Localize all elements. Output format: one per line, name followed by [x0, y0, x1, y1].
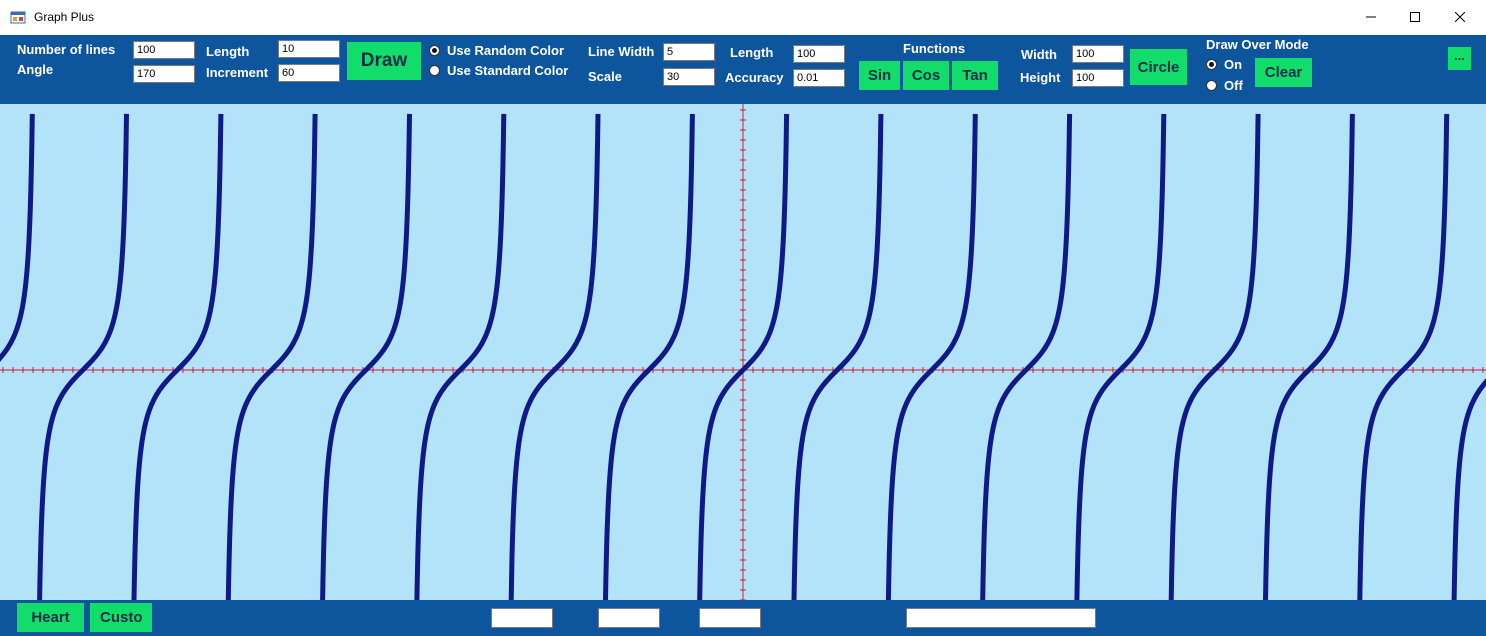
- tan-curve-branch: [508, 113, 601, 600]
- draw-over-off-radio[interactable]: [1206, 80, 1217, 91]
- bottom-field-3[interactable]: [699, 608, 761, 628]
- line-width-label: Line Width: [588, 44, 655, 59]
- draw-button[interactable]: Draw: [347, 42, 421, 80]
- tan-curve-branch: [1168, 113, 1261, 600]
- drawing-canvas[interactable]: [0, 104, 1486, 600]
- cos-button[interactable]: Cos: [903, 61, 949, 90]
- tan-curve-branch: [225, 113, 318, 600]
- maximize-icon: [1410, 12, 1420, 22]
- circle-button[interactable]: Circle: [1130, 49, 1187, 85]
- num-lines-input[interactable]: [133, 41, 195, 59]
- functions-heading: Functions: [903, 41, 966, 56]
- tan-curve-branch: [1074, 113, 1167, 600]
- func-length-label: Length: [730, 45, 774, 60]
- tan-curve-branch: [980, 113, 1073, 600]
- maximize-button[interactable]: [1392, 0, 1438, 34]
- standard-color-label: Use Standard Color: [447, 63, 569, 78]
- draw-over-on-radio[interactable]: [1206, 59, 1217, 70]
- length-input[interactable]: [278, 40, 340, 58]
- minimize-button[interactable]: [1348, 0, 1394, 34]
- bottom-bar: Heart Custo: [0, 600, 1486, 636]
- draw-over-off-label: Off: [1224, 78, 1243, 93]
- minimize-icon: [1366, 16, 1376, 18]
- title-bar: Graph Plus: [0, 0, 1486, 36]
- func-length-input[interactable]: [793, 45, 845, 63]
- more-button[interactable]: ...: [1448, 47, 1471, 70]
- tan-curve-branch: [131, 113, 224, 600]
- increment-label: Increment: [206, 65, 269, 80]
- tan-curve-branch: [414, 113, 507, 600]
- close-icon: [1455, 12, 1465, 22]
- accuracy-input[interactable]: [793, 69, 845, 87]
- plot-surface: [0, 104, 1486, 600]
- circle-height-input[interactable]: [1072, 69, 1124, 87]
- tan-button[interactable]: Tan: [952, 61, 998, 90]
- tan-curve-branch: [1263, 113, 1355, 600]
- scale-label: Scale: [588, 69, 622, 84]
- angle-input[interactable]: [133, 65, 195, 83]
- scale-input[interactable]: [663, 68, 715, 86]
- tan-curve-branch: [1451, 378, 1486, 600]
- draw-over-heading: Draw Over Mode: [1206, 37, 1309, 52]
- heart-button[interactable]: Heart: [17, 603, 84, 632]
- toolbar: Number of lines Angle Length Increment D…: [0, 35, 1486, 104]
- close-button[interactable]: [1437, 0, 1483, 34]
- angle-label: Angle: [17, 62, 54, 77]
- tan-curve-branch: [1357, 113, 1450, 600]
- random-color-radio[interactable]: [429, 45, 440, 56]
- standard-color-radio[interactable]: [429, 65, 440, 76]
- line-width-input[interactable]: [663, 43, 715, 61]
- tan-curve-branch: [885, 113, 978, 600]
- custom-button[interactable]: Custo: [90, 603, 152, 632]
- bottom-field-2[interactable]: [598, 608, 660, 628]
- circle-height-label: Height: [1020, 70, 1061, 85]
- tan-curve-branch: [37, 113, 129, 600]
- tan-curve-branch: [320, 113, 412, 600]
- tan-curve-branch: [603, 113, 695, 600]
- bottom-field-1[interactable]: [491, 608, 553, 628]
- num-lines-label: Number of lines: [17, 42, 116, 57]
- app-icon: [10, 11, 26, 24]
- window-title: Graph Plus: [34, 10, 95, 24]
- draw-over-on-label: On: [1224, 57, 1243, 72]
- random-color-label: Use Random Color: [447, 43, 565, 58]
- bottom-field-4[interactable]: [906, 608, 1096, 628]
- circle-width-input[interactable]: [1072, 45, 1124, 63]
- clear-button[interactable]: Clear: [1255, 58, 1312, 87]
- tan-curve-branch: [791, 113, 884, 600]
- tan-curve-branch: [0, 113, 35, 362]
- length-label: Length: [206, 44, 250, 59]
- accuracy-label: Accuracy: [725, 70, 784, 85]
- sin-button[interactable]: Sin: [859, 61, 900, 90]
- increment-input[interactable]: [278, 64, 340, 82]
- circle-width-label: Width: [1021, 47, 1057, 62]
